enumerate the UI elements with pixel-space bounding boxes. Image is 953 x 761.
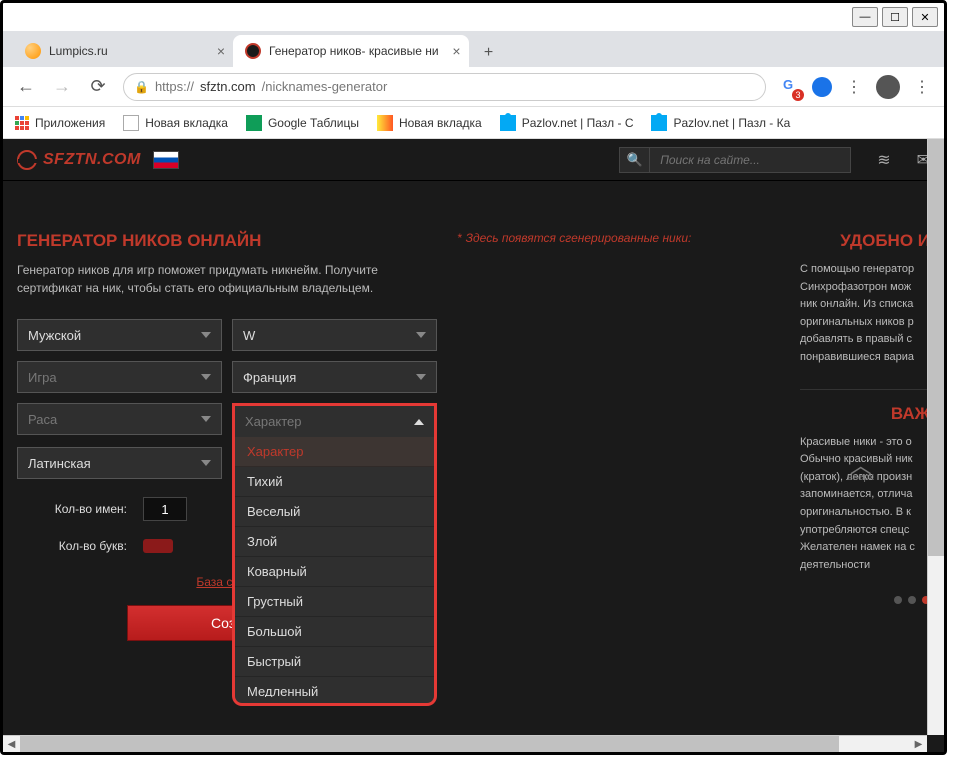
site-search-input[interactable]: [650, 153, 850, 167]
tab-title: Lumpics.ru: [49, 44, 108, 58]
bookmark-pazlov2[interactable]: Pazlov.net | Пазл - Ка: [651, 115, 790, 131]
dropdown-option[interactable]: Медленный: [235, 677, 434, 697]
logo-text: SFZTN.COM: [43, 151, 141, 169]
extension-google-icon[interactable]: [780, 77, 800, 97]
chevron-up-icon: ︿: [847, 459, 874, 472]
carousel-dot[interactable]: [894, 596, 902, 604]
logo-icon: [17, 150, 37, 170]
dropdown-option[interactable]: Тихий: [235, 467, 434, 497]
window-maximize[interactable]: ☐: [882, 7, 908, 27]
dropdown-option[interactable]: Веселый: [235, 497, 434, 527]
carousel-dots: [800, 596, 930, 604]
count-letters-label: Кол-во букв:: [17, 539, 127, 553]
language-flag[interactable]: [153, 151, 179, 169]
url-path: /nicknames-generator: [262, 79, 388, 94]
bookmark-newtab[interactable]: Новая вкладка: [123, 115, 228, 131]
close-icon[interactable]: ×: [217, 43, 225, 59]
caret-down-icon: [201, 460, 211, 466]
back-button[interactable]: ←: [15, 76, 37, 98]
caret-down-icon: [416, 374, 426, 380]
page-icon: [377, 115, 393, 131]
tab-title: Генератор ников- красивые ни: [269, 44, 439, 58]
favicon-icon: [245, 43, 261, 59]
url-protocol: https://: [155, 79, 194, 94]
select-letter[interactable]: W: [232, 319, 437, 351]
sidebar-title-1: УДОБНО И: [800, 231, 930, 251]
generator-title: ГЕНЕРАТОР НИКОВ ОНЛАЙН: [17, 231, 437, 251]
scroll-to-top[interactable]: ︿ вверх: [847, 459, 874, 483]
carousel-dot[interactable]: [908, 596, 916, 604]
forward-button[interactable]: →: [51, 76, 73, 98]
new-tab-button[interactable]: +: [475, 39, 503, 67]
count-names-input[interactable]: [143, 497, 187, 521]
address-bar: ← → ⟳ 🔒 https:// sfztn.com/nicknames-gene…: [3, 67, 944, 107]
select-game[interactable]: Игра: [17, 361, 222, 393]
select-alphabet[interactable]: Латинская: [17, 447, 222, 479]
menu-button[interactable]: ⋮: [844, 77, 864, 97]
results-placeholder: *Здесь появятся сгенерированные ники:: [457, 231, 780, 245]
dropdown-option[interactable]: Характер: [235, 437, 434, 467]
window-minimize[interactable]: —: [852, 7, 878, 27]
site-header: SFZTN.COM 🔍 ≋ ✉: [3, 139, 944, 181]
generator-subtitle: Генератор ников для игр поможет придумат…: [17, 261, 437, 297]
tab-bar: Lumpics.ru × Генератор ников- красивые н…: [3, 31, 944, 67]
caret-down-icon: [416, 332, 426, 338]
sheets-icon: [246, 115, 262, 131]
select-race[interactable]: Раса: [17, 403, 222, 435]
horizontal-scrollbar[interactable]: ◀▶: [3, 735, 927, 752]
caret-up-icon: [414, 419, 424, 425]
count-names-label: Кол-во имен:: [17, 502, 127, 516]
search-button[interactable]: 🔍: [620, 147, 650, 173]
url-input[interactable]: 🔒 https:// sfztn.com/nicknames-generator: [123, 73, 766, 101]
rss-icon[interactable]: ≋: [877, 150, 890, 170]
caret-down-icon: [201, 332, 211, 338]
dropdown-option[interactable]: Коварный: [235, 557, 434, 587]
dropdown-option[interactable]: Грустный: [235, 587, 434, 617]
apps-icon: [15, 116, 29, 130]
bookmarks-bar: Приложения Новая вкладка Google Таблицы …: [3, 107, 944, 139]
profile-avatar[interactable]: [876, 75, 900, 99]
site-logo[interactable]: SFZTN.COM: [17, 150, 141, 170]
dropdown-option[interactable]: Быстрый: [235, 647, 434, 677]
dropdown-option[interactable]: Большой: [235, 617, 434, 647]
page-icon: [123, 115, 139, 131]
caret-down-icon: [201, 374, 211, 380]
extension-globe-icon[interactable]: [812, 77, 832, 97]
bookmark-newtab2[interactable]: Новая вкладка: [377, 115, 482, 131]
favicon-icon: [25, 43, 41, 59]
tab-generator[interactable]: Генератор ников- красивые ни ×: [233, 35, 469, 67]
lock-icon: 🔒: [134, 80, 149, 94]
window-close[interactable]: ✕: [912, 7, 938, 27]
bookmark-apps[interactable]: Приложения: [15, 116, 105, 130]
caret-down-icon: [201, 416, 211, 422]
puzzle-icon: [651, 115, 667, 131]
select-gender[interactable]: Мужской: [17, 319, 222, 351]
bookmark-pazlov1[interactable]: Pazlov.net | Пазл - С: [500, 115, 634, 131]
vertical-scrollbar[interactable]: [927, 139, 944, 735]
sidebar-text-1: С помощью генератор Синхрофазотрон мож н…: [800, 261, 930, 367]
close-icon[interactable]: ×: [452, 43, 460, 59]
sidebar-title-2: ВАЖ: [800, 404, 930, 424]
character-dropdown: Характер Тихий Веселый Злой Коварный Гру…: [232, 437, 437, 706]
select-country[interactable]: Франция: [232, 361, 437, 393]
bookmark-gsheets[interactable]: Google Таблицы: [246, 115, 359, 131]
select-character[interactable]: Характер Характер Тихий Веселый Злой Ков…: [232, 403, 437, 437]
url-host: sfztn.com: [200, 79, 256, 94]
reload-button[interactable]: ⟳: [87, 76, 109, 98]
dropdown-option[interactable]: Злой: [235, 527, 434, 557]
letters-slider[interactable]: [143, 539, 173, 553]
puzzle-icon: [500, 115, 516, 131]
tab-lumpics[interactable]: Lumpics.ru ×: [13, 35, 233, 67]
browser-menu-button[interactable]: ⋮: [912, 77, 932, 97]
